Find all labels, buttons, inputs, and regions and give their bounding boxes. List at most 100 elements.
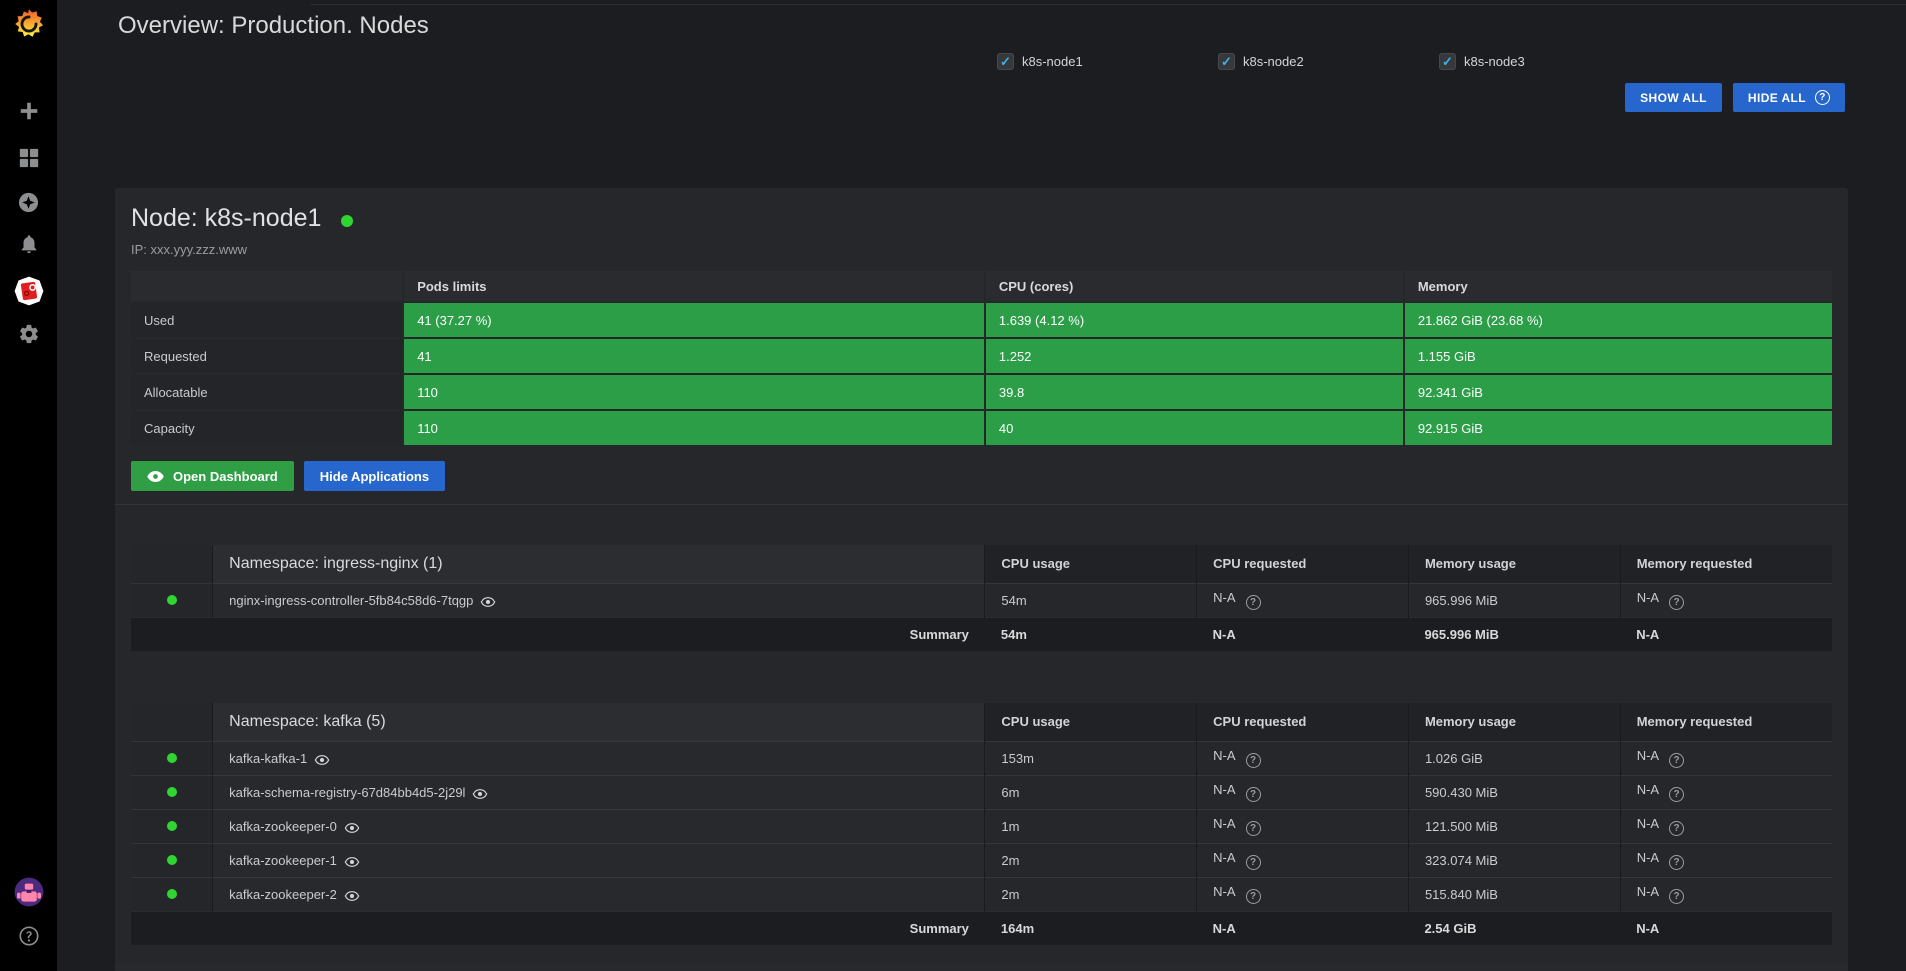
node-checkbox-k8s-node1[interactable]: ✓ k8s-node1 [997,53,1083,70]
eye-icon[interactable] [344,823,360,833]
resource-value-cell: 41 (37.27 %) [404,303,984,337]
pod-status-cell [131,809,213,843]
pod-metric-cell: 965.996 MiB [1408,583,1620,617]
row-label: Capacity [131,411,402,445]
pod-metric-cell: N-A? [1197,877,1409,911]
checkbox[interactable]: ✓ [1439,53,1456,70]
kubegraf-plugin-icon[interactable] [0,276,57,306]
pod-metric-cell: N-A? [1620,775,1832,809]
node-title-text: Node: k8s-node1 [131,204,321,233]
metric-column-header: CPU requested [1197,703,1409,741]
help-circle-icon[interactable]: ? [1669,855,1684,870]
metric-column-header: CPU usage [985,703,1197,741]
pod-metric-cell: N-A? [1197,809,1409,843]
help-circle-icon[interactable]: ? [1669,821,1684,836]
node-resource-row: Used41 (37.27 %)1.639 (4.12 %)21.862 GiB… [131,303,1832,337]
node-resource-table: Pods limitsCPU (cores)Memory Used41 (37.… [129,269,1834,447]
pod-name: kafka-zookeeper-0 [229,819,337,834]
namespace-table: Namespace: kafka (5)CPU usageCPU request… [131,703,1832,945]
pod-status-cell [131,843,213,877]
pod-status-cell [131,741,213,775]
node-col-header: CPU (cores) [986,271,1403,301]
pod-status-dot [167,787,177,797]
top-buttons: SHOW ALL HIDE ALL ? [1625,83,1845,112]
node-checkbox-k8s-node2[interactable]: ✓k8s-node2 [1218,53,1304,70]
pod-name-cell: nginx-ingress-controller-5fb84c58d6-7tqg… [213,583,985,617]
pod-name-cell: kafka-zookeeper-2 [213,877,985,911]
row-label: Allocatable [131,375,402,409]
pod-status-dot [167,889,177,899]
help-circle-icon[interactable]: ? [1246,595,1261,610]
resource-value-cell: 110 [404,375,984,409]
summary-value-cell: 164m [985,911,1197,945]
pod-metric-cell: 121.500 MiB [1408,809,1620,843]
node-resource-row: Capacity1104092.915 GiB [131,411,1832,445]
help-circle-icon[interactable]: ? [1246,787,1261,802]
pod-metric-cell: N-A? [1620,741,1832,775]
metric-column-header: Memory requested [1620,703,1832,741]
help-circle-icon[interactable]: ? [1669,889,1684,904]
namespace-title: Namespace: ingress-nginx (1) [213,545,985,583]
node-status-dot [341,215,353,227]
show-all-button[interactable]: SHOW ALL [1625,83,1722,112]
metric-column-header: CPU requested [1197,545,1409,583]
help-circle-icon[interactable]: ? [1669,595,1684,610]
summary-status-cell [131,617,213,651]
hide-applications-button[interactable]: Hide Applications [304,461,445,491]
help-circle-icon[interactable]: ? [1246,753,1261,768]
eye-icon[interactable] [344,891,360,901]
help-icon[interactable] [0,925,57,947]
pod-name-cell: kafka-zookeeper-0 [213,809,985,843]
create-plus-icon[interactable] [0,100,57,122]
pod-name: kafka-zookeeper-2 [229,887,337,902]
explore-compass-icon[interactable] [0,191,57,214]
summary-status-cell [131,911,213,945]
help-circle-icon[interactable]: ? [1669,753,1684,768]
node-resource-row: Requested411.2521.155 GiB [131,339,1832,373]
pod-status-dot [167,855,177,865]
eye-icon[interactable] [480,597,496,607]
alerting-bell-icon[interactable] [0,233,57,255]
sidebar [0,0,57,971]
pod-metric-cell: 323.074 MiB [1408,843,1620,877]
namespace-pods-table: Namespace: kafka (5)CPU usageCPU request… [131,703,1832,945]
node-checkbox-k8s-node3[interactable]: ✓k8s-node3 [1439,53,1525,70]
node-actions: Open Dashboard Hide Applications [131,461,1832,491]
help-circle-icon[interactable]: ? [1246,821,1261,836]
help-circle-icon[interactable]: ? [1669,787,1684,802]
pod-metric-cell: 54m [985,583,1197,617]
checkbox[interactable]: ✓ [997,53,1014,70]
page-title: Overview: Production. Nodes [118,12,429,40]
node-panel: Node: k8s-node1 IP: xxx.yyy.zzz.www Pods… [115,188,1848,971]
pod-metric-cell: N-A? [1197,741,1409,775]
dashboards-icon[interactable] [0,147,57,169]
open-dashboard-label: Open Dashboard [173,469,278,484]
summary-value-cell: 965.996 MiB [1408,617,1620,651]
eye-icon[interactable] [344,857,360,867]
checkbox-label: k8s-node1 [1022,54,1083,69]
pod-metric-cell: 2m [985,843,1197,877]
open-dashboard-button[interactable]: Open Dashboard [131,461,294,491]
hide-all-button[interactable]: HIDE ALL ? [1733,83,1845,112]
pod-metric-cell: N-A? [1620,843,1832,877]
pod-status-dot [167,821,177,831]
resource-value-cell: 21.862 GiB (23.68 %) [1405,303,1832,337]
namespace-tables: Namespace: ingress-nginx (1)CPU usageCPU… [131,545,1832,945]
eye-icon[interactable] [314,755,330,765]
eye-icon[interactable] [472,789,488,799]
pod-metric-cell: N-A? [1197,775,1409,809]
user-avatar[interactable] [0,877,57,907]
grafana-logo-icon[interactable] [0,8,57,40]
help-circle-icon[interactable]: ? [1246,855,1261,870]
summary-label: Summary [213,911,985,945]
checkbox[interactable]: ✓ [1218,53,1235,70]
pod-metric-cell: 6m [985,775,1197,809]
pod-row: nginx-ingress-controller-5fb84c58d6-7tqg… [131,583,1832,617]
resource-value-cell: 39.8 [986,375,1403,409]
hide-all-label: HIDE ALL [1748,91,1806,105]
settings-gear-icon[interactable] [0,323,57,345]
pod-metric-cell: 590.430 MiB [1408,775,1620,809]
summary-value-cell: N-A [1197,617,1409,651]
help-circle-icon[interactable]: ? [1246,889,1261,904]
pod-metric-cell: N-A? [1197,843,1409,877]
